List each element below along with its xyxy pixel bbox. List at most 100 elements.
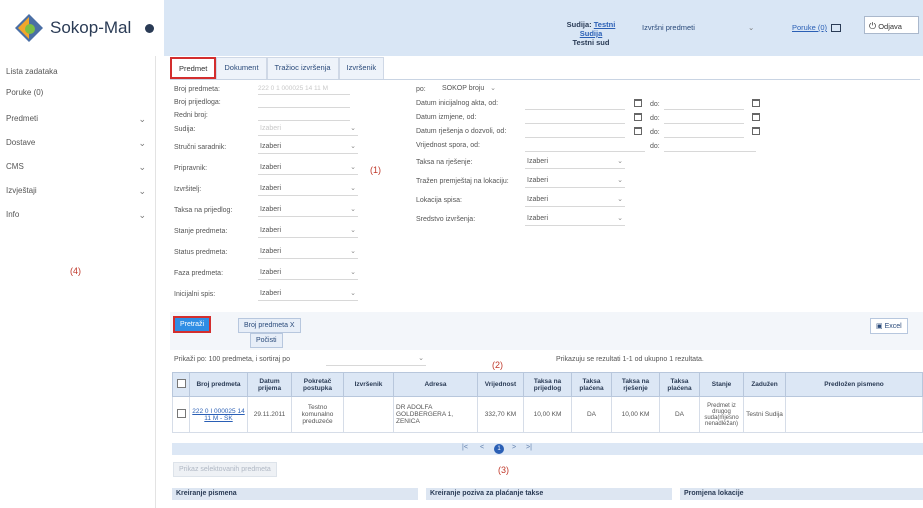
case-status-select[interactable]: Izaberi ⌄ [258,248,358,259]
trainee-select[interactable]: Izaberi ⌄ [258,164,358,175]
initial-file-select[interactable]: Izaberi ⌄ [258,290,358,301]
column-header[interactable]: Zadužen [743,372,786,397]
select-all-header[interactable] [172,372,190,397]
menu-toggle-icon[interactable] [145,23,155,33]
initial-act-date-to[interactable] [664,100,744,110]
clear-button[interactable]: Počisti [250,333,283,348]
sidebar-item-tasks[interactable]: Lista zadataka [6,67,146,76]
case-number-field[interactable]: 222 0 1 000025 14 11 M [258,85,350,95]
tab-document[interactable]: Dokument [216,57,267,79]
dispute-value-to[interactable] [664,142,756,152]
court-name: Testni sud [572,38,610,47]
column-header[interactable]: Vrijednost [477,372,524,397]
sidebar-item-messages[interactable]: Poruke (0) [6,88,146,97]
sidebar-item-cases[interactable]: Predmeti ⌄ [6,114,146,125]
proposal-fee-select[interactable]: Izaberi ⌄ [258,206,358,217]
tab-creditor[interactable]: Tražioc izvršenja [266,57,339,79]
proposal-number-field[interactable] [258,98,350,108]
case-phase-label: Faza predmeta: [174,270,224,277]
first-page-button[interactable]: |< [462,444,468,451]
table-cell: Testno komunalno preduzeće [291,396,344,433]
judge-label: Sudija: [566,20,592,29]
sort-select[interactable]: ⌄ [326,355,426,366]
chevron-down-icon: ⌄ [138,138,146,148]
table-cell: DR ADOLFA GOLDBERGERA 1, ZENICA [393,396,478,433]
chevron-down-icon: ⌄ [350,143,356,150]
column-header[interactable]: Taksa plaćena [659,372,700,397]
tab-debtor[interactable]: Izvršenik [338,57,385,79]
sidebar-item-label: CMS [6,162,24,171]
change-date-label: Datum izmjene, od: [416,114,477,121]
column-header[interactable]: Predložen pismeno [785,372,923,397]
sidebar-item-deliveries[interactable]: Dostave ⌄ [6,138,146,149]
table-row[interactable]: 222 0 I 000025 14 11 M - SK 29.11.2011 T… [172,396,923,433]
sidebar-item-cms[interactable]: CMS ⌄ [6,162,146,173]
calendar-icon[interactable] [752,99,760,107]
column-header[interactable]: Izvršenik [343,372,394,397]
calendar-icon[interactable] [634,127,642,135]
permit-date-from[interactable] [525,128,625,138]
search-button[interactable]: Pretraži [173,316,212,333]
prev-page-button[interactable]: < [480,444,484,451]
page-1-button[interactable]: 1 [494,444,504,454]
permit-date-to[interactable] [664,128,744,138]
calendar-icon[interactable] [634,99,642,107]
row-select-cell[interactable] [172,396,190,433]
calendar-icon[interactable] [752,127,760,135]
ordinal-number-field[interactable] [258,111,350,121]
calendar-icon[interactable] [634,113,642,121]
dispute-value-from[interactable] [525,142,645,152]
column-header[interactable]: Taksa na rješenje [611,372,660,397]
case-number-link[interactable]: 222 0 I 000025 14 11 M - SK [192,408,244,422]
column-header[interactable]: Taksa plaćena [571,372,612,397]
select-all-checkbox[interactable] [176,379,186,388]
section-change-location[interactable]: Promjena lokacije [680,488,923,500]
sidebar-item-reports[interactable]: Izvještaji ⌄ [6,186,146,197]
ruling-fee-select[interactable]: Izaberi ⌄ [525,158,625,169]
judge-select[interactable]: Izaberi ⌄ [258,125,358,136]
chevron-down-icon: ⌄ [350,269,356,276]
case-number-filter-button[interactable]: Broj predmeta X [238,318,301,333]
messages-link[interactable]: Poruke (0) [792,23,842,33]
section-create-document[interactable]: Kreiranje pismena [172,488,418,500]
show-selected-button[interactable]: Prikaz selektovanih predmeta [173,462,277,477]
table-cell: 10,00 KM [523,396,572,433]
column-header[interactable]: Datum prijema [247,372,292,397]
page-size-value[interactable]: 100 [209,356,221,363]
search-by-select[interactable]: SOKOP broju ⌄ [430,85,498,96]
column-header[interactable]: Adresa [393,372,478,397]
change-date-to[interactable] [664,114,744,124]
chevron-down-icon: ⌄ [350,206,356,213]
column-header[interactable]: Taksa na prijedlog [523,372,572,397]
case-phase-select[interactable]: Izaberi ⌄ [258,269,358,280]
enforcement-means-select[interactable]: Izaberi ⌄ [525,215,625,226]
tab-case[interactable]: Predmet [170,57,217,79]
trainee-label: Pripravnik: [174,165,208,172]
dispute-value-label: Vrijednost spora, od: [416,142,480,149]
module-select[interactable]: Izvršni predmeti ⌄ [642,23,762,32]
chevron-down-icon: ⌄ [418,355,424,362]
calendar-icon[interactable] [752,113,760,121]
change-date-from[interactable] [525,114,625,124]
next-page-button[interactable]: > [512,444,516,451]
case-number-cell[interactable]: 222 0 I 000025 14 11 M - SK [189,396,248,433]
file-location-select[interactable]: Izaberi ⌄ [525,196,625,207]
relocation-select[interactable]: Izaberi ⌄ [525,177,625,188]
ordinal-number-label: Redni broj: [174,112,208,119]
initial-act-date-from[interactable] [525,100,625,110]
sidebar-item-info[interactable]: Info ⌄ [6,210,146,221]
column-header[interactable]: Stanje [699,372,744,397]
section-create-fee-notice[interactable]: Kreiranje poziva za plaćanje takse [426,488,672,500]
row-checkbox[interactable] [176,409,186,418]
excel-button[interactable]: ▣ Excel [870,318,908,334]
associate-select[interactable]: Izaberi ⌄ [258,143,358,154]
annotation-2: (2) [492,360,503,370]
enforcer-select[interactable]: Izaberi ⌄ [258,185,358,196]
column-header[interactable]: Broj predmeta [189,372,248,397]
table-cell: 29.11.2011 [247,396,292,433]
case-state-select[interactable]: Izaberi ⌄ [258,227,358,238]
logout-button[interactable]: ⏻ Odjava [864,16,919,34]
column-header[interactable]: Pokretač postupka [291,372,344,397]
last-page-button[interactable]: >| [526,444,532,451]
page-size-prefix: Prikaži po: [174,356,207,363]
